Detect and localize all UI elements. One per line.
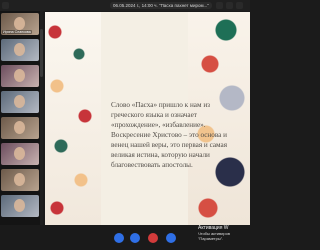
more-options-button[interactable] — [166, 233, 176, 243]
participant-avatar — [14, 69, 25, 82]
people-icon[interactable] — [226, 2, 233, 9]
camera-button[interactable] — [130, 233, 140, 243]
participant-avatar — [14, 173, 25, 186]
mic-button[interactable] — [114, 233, 124, 243]
participant-tile[interactable] — [1, 143, 39, 165]
layout-icon[interactable] — [216, 2, 223, 9]
windows-activation-watermark: Активация W Чтобы активиров "Параметры". — [198, 226, 250, 242]
participant-avatar — [14, 147, 25, 160]
participant-tile[interactable] — [1, 65, 39, 87]
leave-call-button[interactable] — [148, 233, 158, 243]
participant-avatar — [14, 121, 25, 134]
participants-panel: Ирина Сланкова — [0, 11, 40, 225]
participant-tile[interactable] — [1, 195, 39, 217]
menu-icon[interactable] — [2, 2, 9, 9]
participant-name: Ирина Сланкова — [2, 30, 32, 34]
participant-avatar — [14, 17, 25, 30]
activation-line-3: "Параметры". — [198, 236, 224, 241]
chat-icon[interactable] — [236, 2, 243, 9]
participant-avatar — [14, 43, 25, 56]
participant-tile[interactable]: Ирина Сланкова — [1, 13, 39, 35]
top-bar: 06.05.2024 г., 14:00 ч. "Пасха пахнет ми… — [0, 0, 250, 11]
participant-tile[interactable] — [1, 91, 39, 113]
participant-avatar — [14, 95, 25, 108]
participants-scrollbar[interactable] — [40, 11, 43, 225]
meeting-info: 06.05.2024 г., 14:00 ч. "Пасха пахнет ми… — [110, 2, 212, 9]
scrollbar-thumb[interactable] — [40, 29, 43, 77]
participant-tile[interactable] — [1, 169, 39, 191]
slide-floral-decor-left — [45, 12, 101, 225]
slide-text: Слово «Пасха» пришло к нам из греческого… — [111, 101, 228, 169]
presentation-slide: Слово «Пасха» пришло к нам из греческого… — [45, 12, 250, 225]
participant-tile[interactable] — [1, 117, 39, 139]
participant-tile[interactable] — [1, 39, 39, 61]
participant-avatar — [14, 199, 25, 212]
